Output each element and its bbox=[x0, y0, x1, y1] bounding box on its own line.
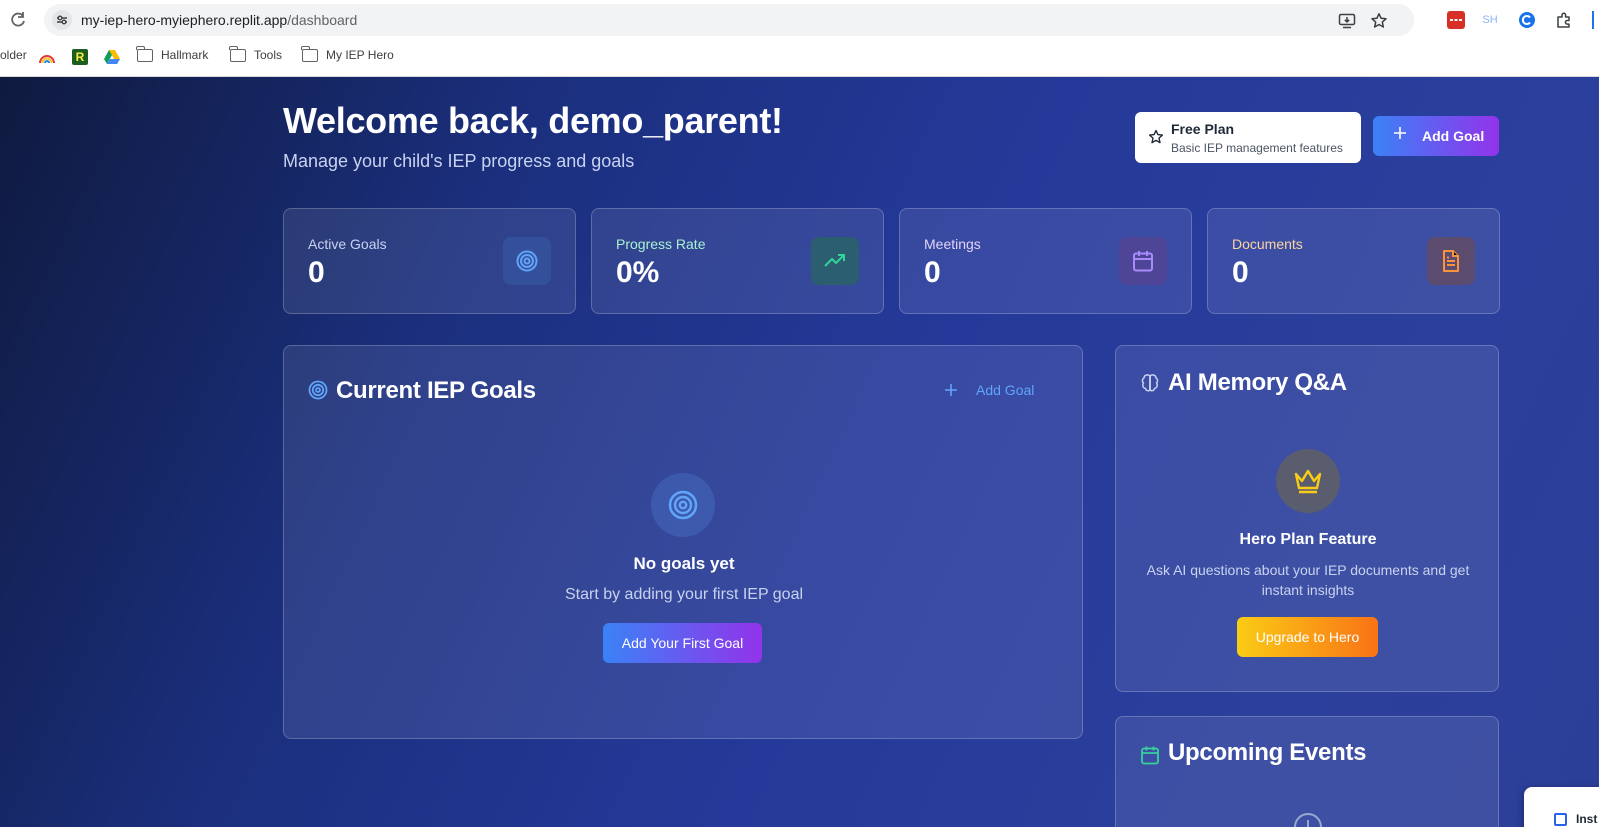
url-host: my-iep-hero-myiephero.replit.app bbox=[81, 12, 288, 28]
stat-label: Meetings bbox=[924, 236, 981, 252]
stat-value: 0 bbox=[924, 256, 941, 289]
stat-value: 0 bbox=[308, 256, 325, 289]
trending-up-icon bbox=[811, 237, 859, 285]
rainbow-bookmark-icon[interactable] bbox=[38, 49, 56, 65]
stat-value: 0% bbox=[616, 256, 660, 289]
folder-icon bbox=[136, 45, 153, 62]
hero-feature-description: Ask AI questions about your IEP document… bbox=[1146, 562, 1470, 598]
extension-sh-badge[interactable]: SH bbox=[1481, 11, 1499, 29]
folder-icon bbox=[301, 45, 318, 62]
ai-memory-card: AI Memory Q&A Hero Plan Feature Ask AI q… bbox=[1115, 345, 1499, 692]
hero-feature-title: Hero Plan Feature bbox=[1239, 531, 1377, 548]
bookmark-label: Hallmark bbox=[161, 48, 209, 62]
add-goal-label: Add Goal bbox=[1422, 128, 1485, 144]
plan-description: Basic IEP management features bbox=[1171, 141, 1343, 155]
page-title: Welcome back, demo_parent! bbox=[283, 100, 783, 141]
extension-red-icon[interactable] bbox=[1447, 11, 1465, 29]
empty-target-icon bbox=[651, 473, 715, 537]
bookmark-label: My IEP Hero bbox=[326, 48, 394, 62]
add-goal-button[interactable]: Add Goal bbox=[1373, 116, 1499, 156]
calendar-icon bbox=[1141, 746, 1159, 765]
extension-blue-icon[interactable] bbox=[1518, 11, 1536, 29]
plan-badge[interactable]: Free Plan Basic IEP management features bbox=[1135, 112, 1361, 163]
upcoming-events-title: Upcoming Events bbox=[1168, 739, 1367, 766]
plus-icon bbox=[1394, 127, 1406, 139]
sidepanel-edge bbox=[1592, 11, 1594, 29]
url-text[interactable]: my-iep-hero-myiephero.replit.app/dashboa… bbox=[81, 12, 357, 28]
crown-icon bbox=[1276, 449, 1340, 513]
stat-label: Progress Rate bbox=[616, 236, 706, 252]
star-icon bbox=[1148, 129, 1164, 144]
add-first-goal-button[interactable]: Add Your First Goal bbox=[603, 623, 762, 663]
stat-card-meetings: Meetings 0 bbox=[899, 208, 1192, 314]
address-bar-row: my-iep-hero-myiephero.replit.app/dashboa… bbox=[0, 0, 1599, 40]
reload-icon[interactable] bbox=[8, 10, 28, 30]
clock-icon bbox=[1294, 813, 1322, 827]
r-bookmark-icon[interactable]: R bbox=[72, 49, 88, 65]
bookmark-hallmark[interactable]: Hallmark bbox=[136, 45, 209, 62]
stat-card-progress-rate: Progress Rate 0% bbox=[591, 208, 884, 314]
goals-card: Current IEP Goals Add Goal No goals yet … bbox=[283, 345, 1083, 739]
empty-state-title: No goals yet bbox=[633, 554, 735, 573]
page-subtitle: Manage your child's IEP progress and goa… bbox=[283, 151, 635, 171]
target-icon bbox=[308, 380, 328, 400]
plan-name: Free Plan bbox=[1171, 121, 1235, 137]
url-path: /dashboard bbox=[287, 12, 358, 28]
bookmark-my-iep-hero[interactable]: My IEP Hero bbox=[301, 45, 394, 62]
goals-add-goal-label: Add Goal bbox=[976, 382, 1035, 398]
ai-memory-title: AI Memory Q&A bbox=[1168, 369, 1347, 396]
goals-title: Current IEP Goals bbox=[336, 377, 536, 404]
upcoming-events-card: Upcoming Events bbox=[1115, 716, 1499, 827]
bookmark-label: Tools bbox=[254, 48, 283, 62]
extensions-puzzle-icon[interactable] bbox=[1555, 11, 1573, 29]
calendar-icon bbox=[1119, 237, 1167, 285]
brain-icon bbox=[1141, 374, 1159, 392]
site-info-icon[interactable] bbox=[52, 10, 72, 30]
stat-label: Active Goals bbox=[308, 236, 387, 252]
checkbox-icon[interactable] bbox=[1554, 813, 1567, 826]
browser-chrome: my-iep-hero-myiephero.replit.app/dashboa… bbox=[0, 0, 1599, 77]
install-app-icon[interactable] bbox=[1338, 12, 1356, 30]
floating-popup[interactable]: Inst bbox=[1524, 787, 1599, 827]
stat-label: Documents bbox=[1232, 236, 1303, 252]
stat-card-documents: Documents 0 bbox=[1207, 208, 1500, 314]
stat-value: 0 bbox=[1232, 256, 1249, 289]
empty-state-description: Start by adding your first IEP goal bbox=[564, 586, 804, 603]
folder-icon bbox=[229, 45, 246, 62]
popup-text: Inst bbox=[1576, 812, 1598, 826]
bookmark-older[interactable]: older bbox=[0, 48, 27, 62]
stat-card-active-goals: Active Goals 0 bbox=[283, 208, 576, 314]
upgrade-to-hero-button[interactable]: Upgrade to Hero bbox=[1237, 617, 1378, 657]
bookmarks-bar: older R Hallmark Tools My IEP Hero bbox=[0, 42, 1599, 72]
omnibox[interactable]: my-iep-hero-myiephero.replit.app/dashboa… bbox=[44, 4, 1414, 36]
document-icon bbox=[1427, 237, 1475, 285]
target-icon bbox=[503, 237, 551, 285]
plus-icon bbox=[945, 384, 957, 396]
google-drive-icon[interactable] bbox=[103, 49, 121, 65]
bookmark-star-icon[interactable] bbox=[1370, 12, 1388, 30]
bookmark-label: older bbox=[0, 48, 27, 62]
bookmark-tools[interactable]: Tools bbox=[229, 45, 283, 62]
dashboard-page: Welcome back, demo_parent! Manage your c… bbox=[0, 77, 1599, 827]
